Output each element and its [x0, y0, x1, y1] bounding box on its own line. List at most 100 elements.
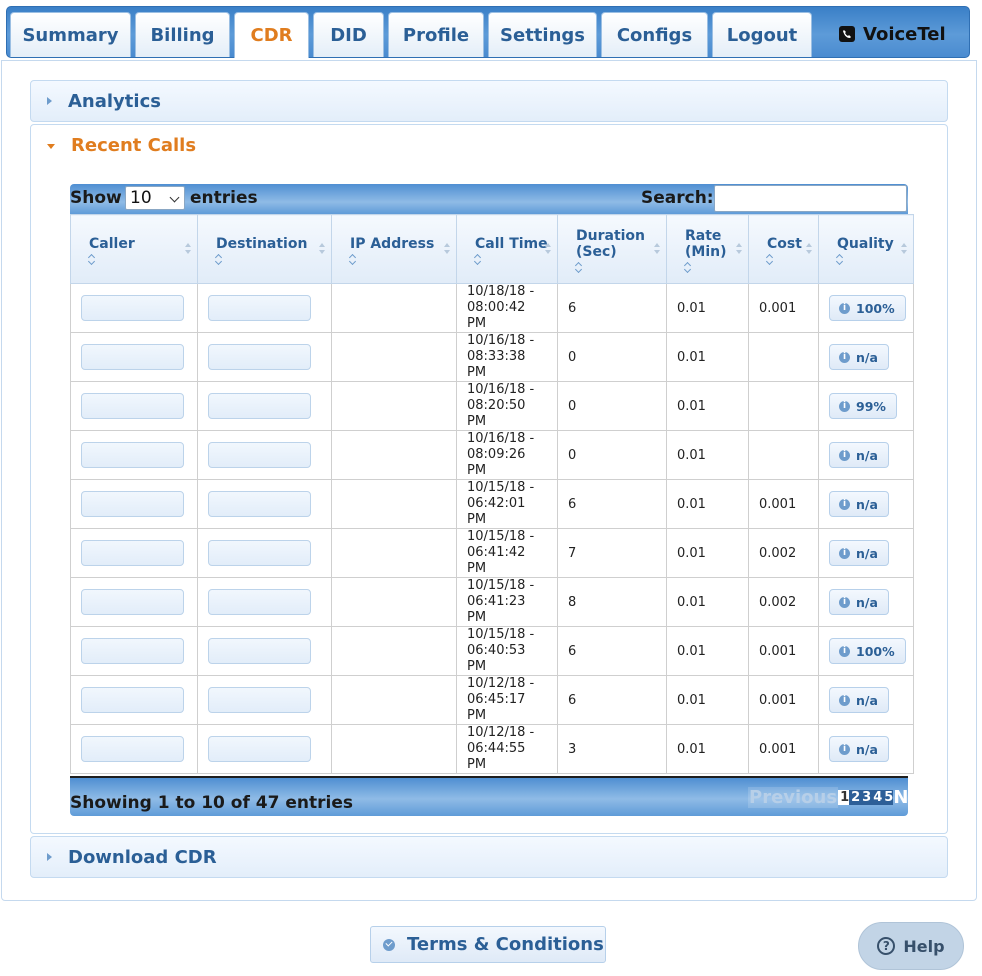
column-header[interactable]: IP Address	[331, 214, 457, 284]
call-time-cell: 10/18/18 -08:00:42 PM	[456, 283, 558, 333]
show-label: Show	[70, 188, 122, 208]
caller-cell	[70, 724, 198, 774]
duration-cell: 0	[557, 381, 667, 431]
quality-button[interactable]: i 100%	[829, 638, 906, 664]
quality-button[interactable]: i n/a	[829, 589, 889, 615]
call-clock: 08:33:38 PM	[467, 349, 526, 380]
info-icon: i	[839, 498, 850, 510]
ip-address-cell	[331, 430, 457, 480]
accordion-download-cdr[interactable]: Download CDR	[30, 836, 948, 878]
accordion-label: Analytics	[68, 90, 161, 112]
page-length-select[interactable]: 10	[125, 186, 185, 210]
page-button[interactable]: 4	[871, 789, 882, 805]
rate-cell: 0.01	[666, 675, 749, 725]
column-header-label: Quality	[837, 236, 894, 252]
info-icon: i	[839, 694, 850, 706]
sort-chevrons-icon	[89, 254, 97, 262]
call-date: 10/15/18 -	[467, 627, 535, 642]
quality-button[interactable]: i 100%	[829, 295, 906, 321]
destination-cell	[197, 479, 332, 529]
quality-button[interactable]: i n/a	[829, 442, 889, 468]
sort-chevrons-icon	[837, 254, 845, 262]
quality-button[interactable]: i n/a	[829, 344, 889, 370]
column-header-label: Caller	[89, 236, 135, 252]
column-header[interactable]: Caller	[70, 214, 198, 284]
quality-cell: i n/a	[818, 430, 914, 480]
quality-value: n/a	[856, 594, 878, 610]
search-input[interactable]	[714, 185, 907, 212]
duration-cell: 6	[557, 479, 667, 529]
sort-arrows-icon	[654, 243, 660, 255]
question-icon: ?	[877, 937, 896, 955]
redacted-number	[81, 393, 184, 419]
duration-cell: 6	[557, 626, 667, 676]
destination-cell	[197, 675, 332, 725]
accordion-recent-calls[interactable]: Recent Calls	[30, 124, 948, 166]
call-date: 10/16/18 -	[467, 333, 535, 348]
quality-button[interactable]: i n/a	[829, 736, 889, 762]
column-header[interactable]: Duration (Sec)	[557, 214, 667, 284]
call-time-cell: 10/16/18 -08:33:38 PM	[456, 332, 558, 382]
caller-cell	[70, 675, 198, 725]
quality-button[interactable]: i n/a	[829, 687, 889, 713]
column-header[interactable]: Rate (Min)	[666, 214, 749, 284]
page-button[interactable]: 2	[849, 789, 860, 805]
caret-down-icon	[47, 143, 55, 149]
caller-cell	[70, 381, 198, 431]
tab-did[interactable]: DID	[313, 12, 384, 57]
call-clock: 08:20:50 PM	[467, 398, 526, 429]
tab-settings[interactable]: Settings	[488, 12, 597, 57]
tab-configs[interactable]: Configs	[601, 12, 708, 57]
column-header[interactable]: Call Time	[456, 214, 558, 284]
page-button[interactable]: 3	[860, 789, 871, 805]
info-icon: i	[839, 743, 850, 755]
info-icon: i	[839, 400, 850, 412]
redacted-number	[81, 491, 184, 517]
quality-value: n/a	[856, 545, 878, 561]
accordion-analytics[interactable]: Analytics	[30, 80, 948, 122]
destination-cell	[197, 577, 332, 627]
call-date: 10/12/18 -	[467, 676, 535, 691]
caller-cell	[70, 430, 198, 480]
ip-address-cell	[331, 724, 457, 774]
column-header[interactable]: Destination	[197, 214, 332, 284]
tab-cdr[interactable]: CDR	[234, 12, 309, 58]
column-header[interactable]: Quality	[818, 214, 914, 284]
ip-address-cell	[331, 332, 457, 382]
ip-address-cell	[331, 626, 457, 676]
previous-button[interactable]: Previous	[748, 786, 839, 808]
table-body: 10/18/18 -08:00:42 PM 6 0.01 0.001 i 100% 10/1…	[70, 283, 914, 774]
page-button[interactable]: 5	[882, 789, 893, 805]
help-button[interactable]: ? Help	[858, 922, 964, 970]
tab-profile[interactable]: Profile	[388, 12, 484, 57]
sort-arrows-icon	[901, 243, 907, 255]
rate-cell: 0.01	[666, 724, 749, 774]
redacted-number	[81, 295, 184, 321]
call-clock: 08:09:26 PM	[467, 447, 526, 478]
tab-logout[interactable]: Logout	[712, 12, 812, 57]
redacted-number	[208, 295, 311, 321]
quality-button[interactable]: i 99%	[829, 393, 897, 419]
quality-value: 100%	[856, 643, 895, 659]
brand-name: VoiceTel	[863, 23, 946, 45]
cost-cell: 0.002	[748, 577, 819, 627]
quality-button[interactable]: i n/a	[829, 540, 889, 566]
duration-cell: 7	[557, 528, 667, 578]
page-button[interactable]: 1	[838, 789, 849, 805]
quality-button[interactable]: i n/a	[829, 491, 889, 517]
tab-billing[interactable]: Billing	[135, 12, 230, 57]
tab-summary[interactable]: Summary	[10, 12, 131, 57]
sort-arrows-icon	[444, 243, 450, 255]
quality-value: n/a	[856, 496, 878, 512]
sort-chevrons-icon	[576, 262, 584, 270]
duration-cell: 0	[557, 430, 667, 480]
sort-chevrons-icon	[475, 254, 483, 262]
info-icon: i	[839, 449, 850, 461]
table-info: Showing 1 to 10 of 47 entries	[70, 793, 353, 813]
main-nav: Summary Billing CDR DID Profile Settings…	[6, 6, 970, 58]
duration-cell: 3	[557, 724, 667, 774]
call-clock: 06:45:17 PM	[467, 692, 526, 723]
terms-button[interactable]: Terms & Conditions	[370, 926, 606, 963]
column-header[interactable]: Cost	[748, 214, 819, 284]
next-button[interactable]: Next	[893, 787, 941, 808]
